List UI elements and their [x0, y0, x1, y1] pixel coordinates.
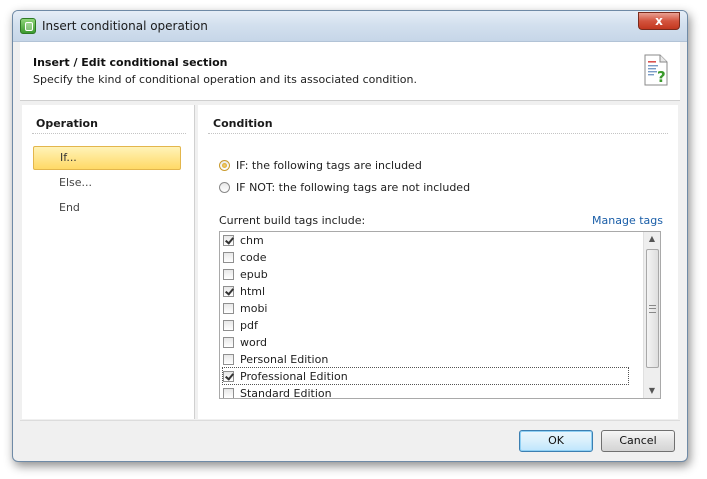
tag-item-pdf[interactable]: pdf: [223, 317, 258, 333]
cancel-button[interactable]: Cancel: [601, 430, 675, 452]
tag-label: pdf: [240, 318, 258, 332]
scroll-down-icon[interactable]: ▼: [644, 384, 660, 398]
radio-if-not-included[interactable]: IF NOT: the following tags are not inclu…: [219, 179, 470, 195]
tag-label: code: [240, 250, 267, 264]
checkbox-checked[interactable]: [223, 234, 234, 246]
close-button[interactable]: x: [638, 12, 680, 30]
tag-label: Professional Edition: [240, 369, 348, 383]
tag-label: mobi: [240, 301, 268, 315]
tag-item-word[interactable]: word: [223, 334, 267, 350]
checkbox[interactable]: [223, 268, 234, 280]
svg-text:?: ?: [657, 68, 666, 86]
vertical-scrollbar[interactable]: ▲ ▼: [643, 232, 660, 398]
manage-tags-link[interactable]: Manage tags: [592, 214, 663, 227]
tags-checklist[interactable]: chm code epub html mobi pdf word Persona…: [219, 231, 661, 399]
condition-panel: Condition IF: the following tags are inc…: [198, 105, 678, 419]
checkbox[interactable]: [223, 319, 234, 331]
tag-item-epub[interactable]: epub: [223, 266, 268, 282]
dialog-header: Insert / Edit conditional section Specif…: [20, 42, 680, 101]
checkbox[interactable]: [223, 387, 234, 398]
operation-divider: [32, 133, 186, 134]
operation-panel: Operation If... Else... End: [22, 105, 195, 419]
tag-item-mobi[interactable]: mobi: [223, 300, 267, 316]
radio-label-if: IF: the following tags are included: [236, 158, 422, 172]
build-tags-label: Current build tags include:: [219, 214, 366, 227]
checkbox[interactable]: [223, 336, 234, 348]
condition-divider: [208, 133, 668, 134]
button-bar: OK Cancel: [20, 420, 680, 454]
dialog-body: Operation If... Else... End Condition IF…: [20, 101, 680, 454]
app-icon: [20, 18, 36, 34]
tag-item-personal-edition[interactable]: Personal Edition: [223, 351, 328, 367]
operation-header: Operation: [36, 117, 98, 130]
scroll-thumb[interactable]: [646, 249, 659, 368]
tag-item-html[interactable]: html: [223, 283, 265, 299]
checkbox[interactable]: [223, 302, 234, 314]
tag-item-professional-edition[interactable]: Professional Edition: [222, 367, 629, 385]
tag-label: Personal Edition: [240, 352, 329, 366]
tag-label: epub: [240, 267, 268, 281]
checkbox-checked[interactable]: [223, 285, 234, 297]
header-title: Insert / Edit conditional section: [33, 56, 228, 69]
radio-button-checked[interactable]: [219, 159, 230, 171]
scroll-up-icon[interactable]: ▲: [644, 232, 660, 246]
grip-icon: [649, 305, 656, 313]
tag-item-code[interactable]: code: [223, 249, 267, 265]
operation-item-if[interactable]: If...: [33, 146, 181, 170]
header-subtitle: Specify the kind of conditional operatio…: [33, 73, 417, 86]
checkbox[interactable]: [223, 353, 234, 365]
tag-label: word: [240, 335, 268, 349]
document-question-icon: ?: [644, 54, 668, 86]
tag-item-chm[interactable]: chm: [223, 232, 264, 248]
dialog-window: Insert conditional operation x Insert / …: [12, 10, 688, 462]
ok-button[interactable]: OK: [519, 430, 593, 452]
radio-if-included[interactable]: IF: the following tags are included: [219, 157, 422, 173]
window-title: Insert conditional operation: [42, 19, 208, 33]
tag-label: Standard Edition: [240, 386, 332, 399]
operation-item-else[interactable]: Else...: [33, 172, 181, 196]
title-bar[interactable]: Insert conditional operation x: [13, 11, 687, 42]
tag-label: html: [240, 284, 266, 298]
checkbox[interactable]: [223, 251, 234, 263]
checkbox-checked[interactable]: [223, 370, 234, 382]
tag-item-standard-edition[interactable]: Standard Edition: [223, 385, 332, 399]
radio-label-if-not: IF NOT: the following tags are not inclu…: [236, 180, 471, 194]
radio-button[interactable]: [219, 181, 230, 193]
condition-header: Condition: [213, 117, 273, 130]
operation-item-end[interactable]: End: [33, 197, 181, 221]
tag-label: chm: [240, 233, 264, 247]
